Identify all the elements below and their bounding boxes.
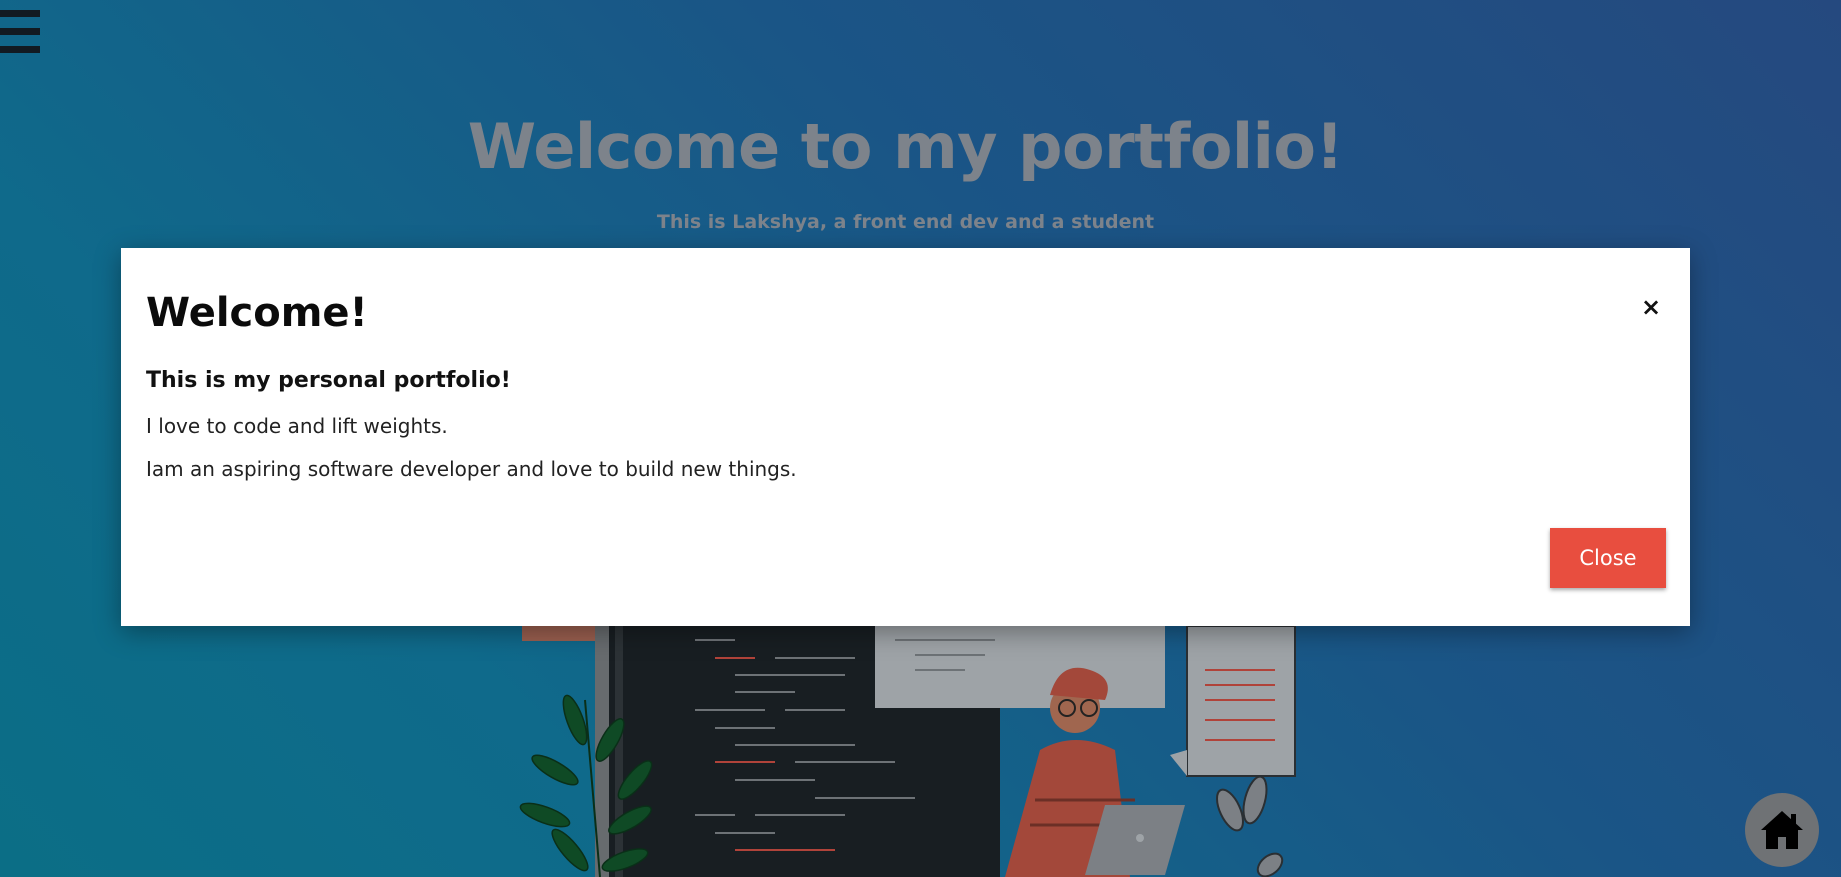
home-icon xyxy=(1761,811,1803,849)
close-icon[interactable]: × xyxy=(1640,295,1662,319)
close-button[interactable]: Close xyxy=(1550,528,1666,588)
modal-paragraph: Iam an aspiring software developer and l… xyxy=(146,457,797,481)
modal-title: Welcome! xyxy=(146,290,368,336)
modal-paragraph: I love to code and lift weights. xyxy=(146,414,448,438)
modal-subtitle: This is my personal portfolio! xyxy=(146,368,511,393)
home-button[interactable] xyxy=(1745,793,1819,867)
welcome-modal: Welcome! × This is my personal portfolio… xyxy=(121,248,1690,626)
